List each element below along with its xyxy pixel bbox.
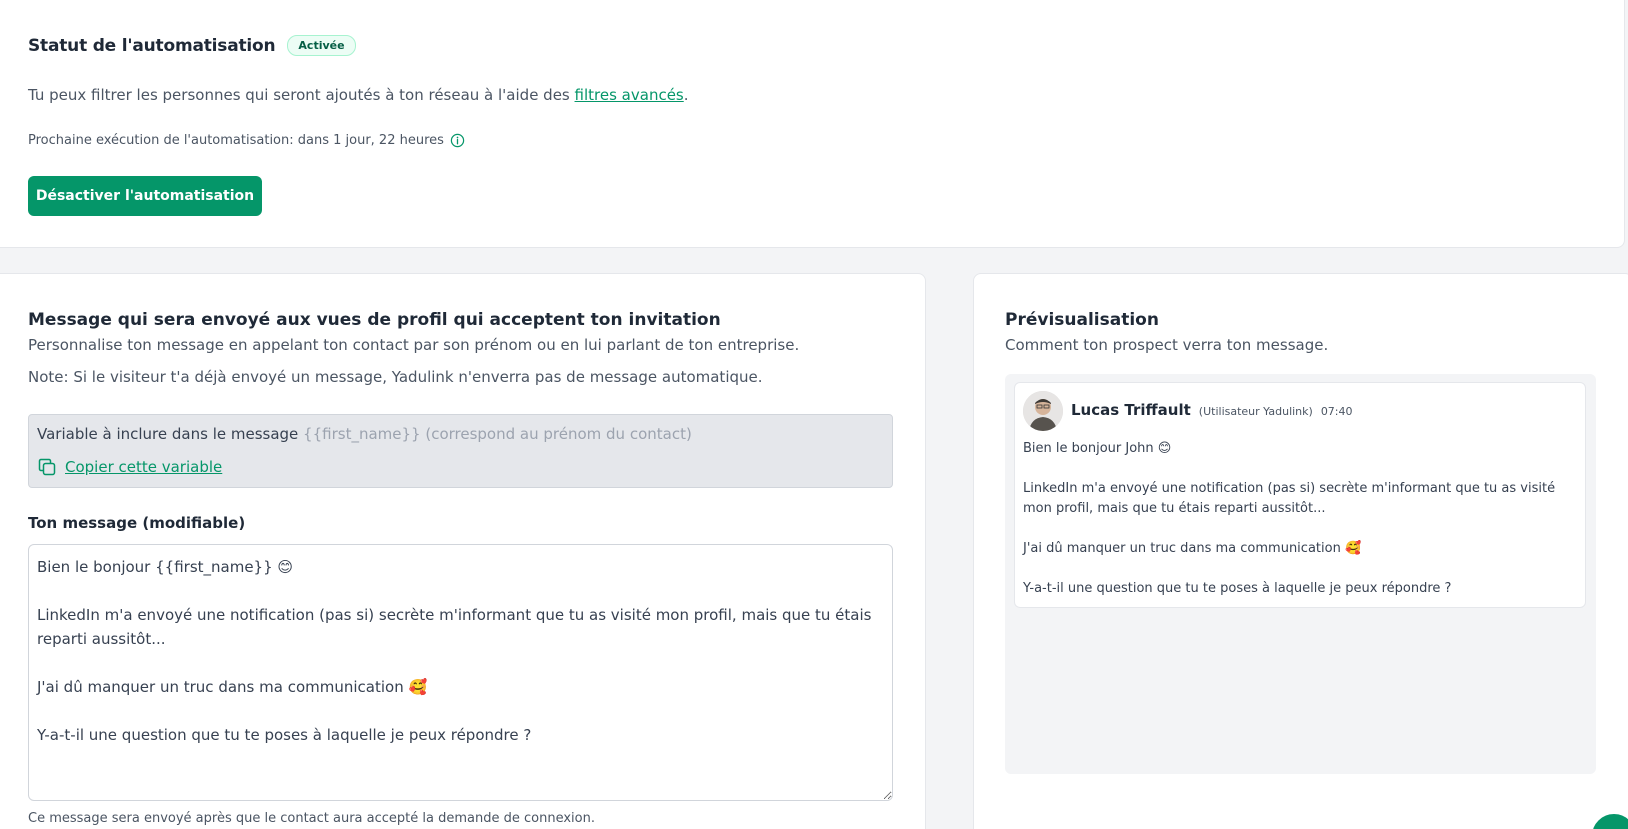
preview-subtitle: Comment ton prospect verra ton message. [1005, 336, 1329, 354]
copy-variable-link[interactable]: Copier cette variable [65, 458, 222, 476]
message-section-title: Message qui sera envoyé aux vues de prof… [28, 310, 721, 330]
message-section-subtitle: Personnalise ton message en appelant ton… [28, 336, 800, 354]
status-header: Statut de l'automatisation Activée [28, 35, 356, 56]
sender-name: Lucas Triffault [1071, 401, 1191, 419]
variable-description: (correspond au prénom du contact) [420, 425, 692, 443]
variable-label: Variable à inclure dans le message [37, 425, 304, 443]
preview-message-body: Bien le bonjour John 😊 LinkedIn m'a envo… [1023, 441, 1556, 596]
avatar [1023, 391, 1063, 431]
message-section-note: Note: Si le visiteur t'a déjà envoyé un … [28, 368, 763, 386]
advanced-filters-link[interactable]: filtres avancés [575, 86, 684, 104]
message-hint: Ce message sera envoyé après que le cont… [28, 811, 595, 826]
message-field-label: Ton message (modifiable) [28, 514, 246, 532]
variable-name: {{first_name}} [303, 425, 421, 443]
preview-panel: Lucas Triffault (Utilisateur Yadulink) 0… [1005, 374, 1596, 774]
variable-line: Variable à inclure dans le message {{fir… [37, 425, 692, 443]
next-run-text: Prochaine exécution de l'automatisation:… [28, 133, 444, 148]
message-textarea[interactable]: Bien le bonjour {{first_name}} 😊 LinkedI… [28, 544, 893, 801]
filter-description: Tu peux filtrer les personnes qui seront… [28, 86, 689, 104]
message-time: 07:40 [1320, 405, 1353, 418]
copy-icon[interactable] [37, 457, 57, 477]
avatar-image [1023, 391, 1063, 431]
copy-variable-row[interactable]: Copier cette variable [37, 457, 222, 477]
status-title: Statut de l'automatisation [28, 35, 276, 56]
filter-text-before: Tu peux filtrer les personnes qui seront… [28, 86, 575, 104]
preview-title: Prévisualisation [1005, 310, 1159, 330]
deactivate-automation-button[interactable]: Désactiver l'automatisation [28, 176, 262, 216]
status-badge: Activée [287, 35, 356, 56]
info-icon[interactable] [450, 133, 465, 148]
next-run-info: Prochaine exécution de l'automatisation:… [28, 133, 465, 148]
filter-text-after: . [683, 86, 689, 104]
sender-role: (Utilisateur Yadulink) [1198, 405, 1313, 418]
preview-message: Lucas Triffault (Utilisateur Yadulink) 0… [1014, 382, 1586, 608]
sender-row: Lucas Triffault (Utilisateur Yadulink) 0… [1071, 401, 1353, 419]
variable-info-box: Variable à inclure dans le message {{fir… [28, 414, 893, 488]
